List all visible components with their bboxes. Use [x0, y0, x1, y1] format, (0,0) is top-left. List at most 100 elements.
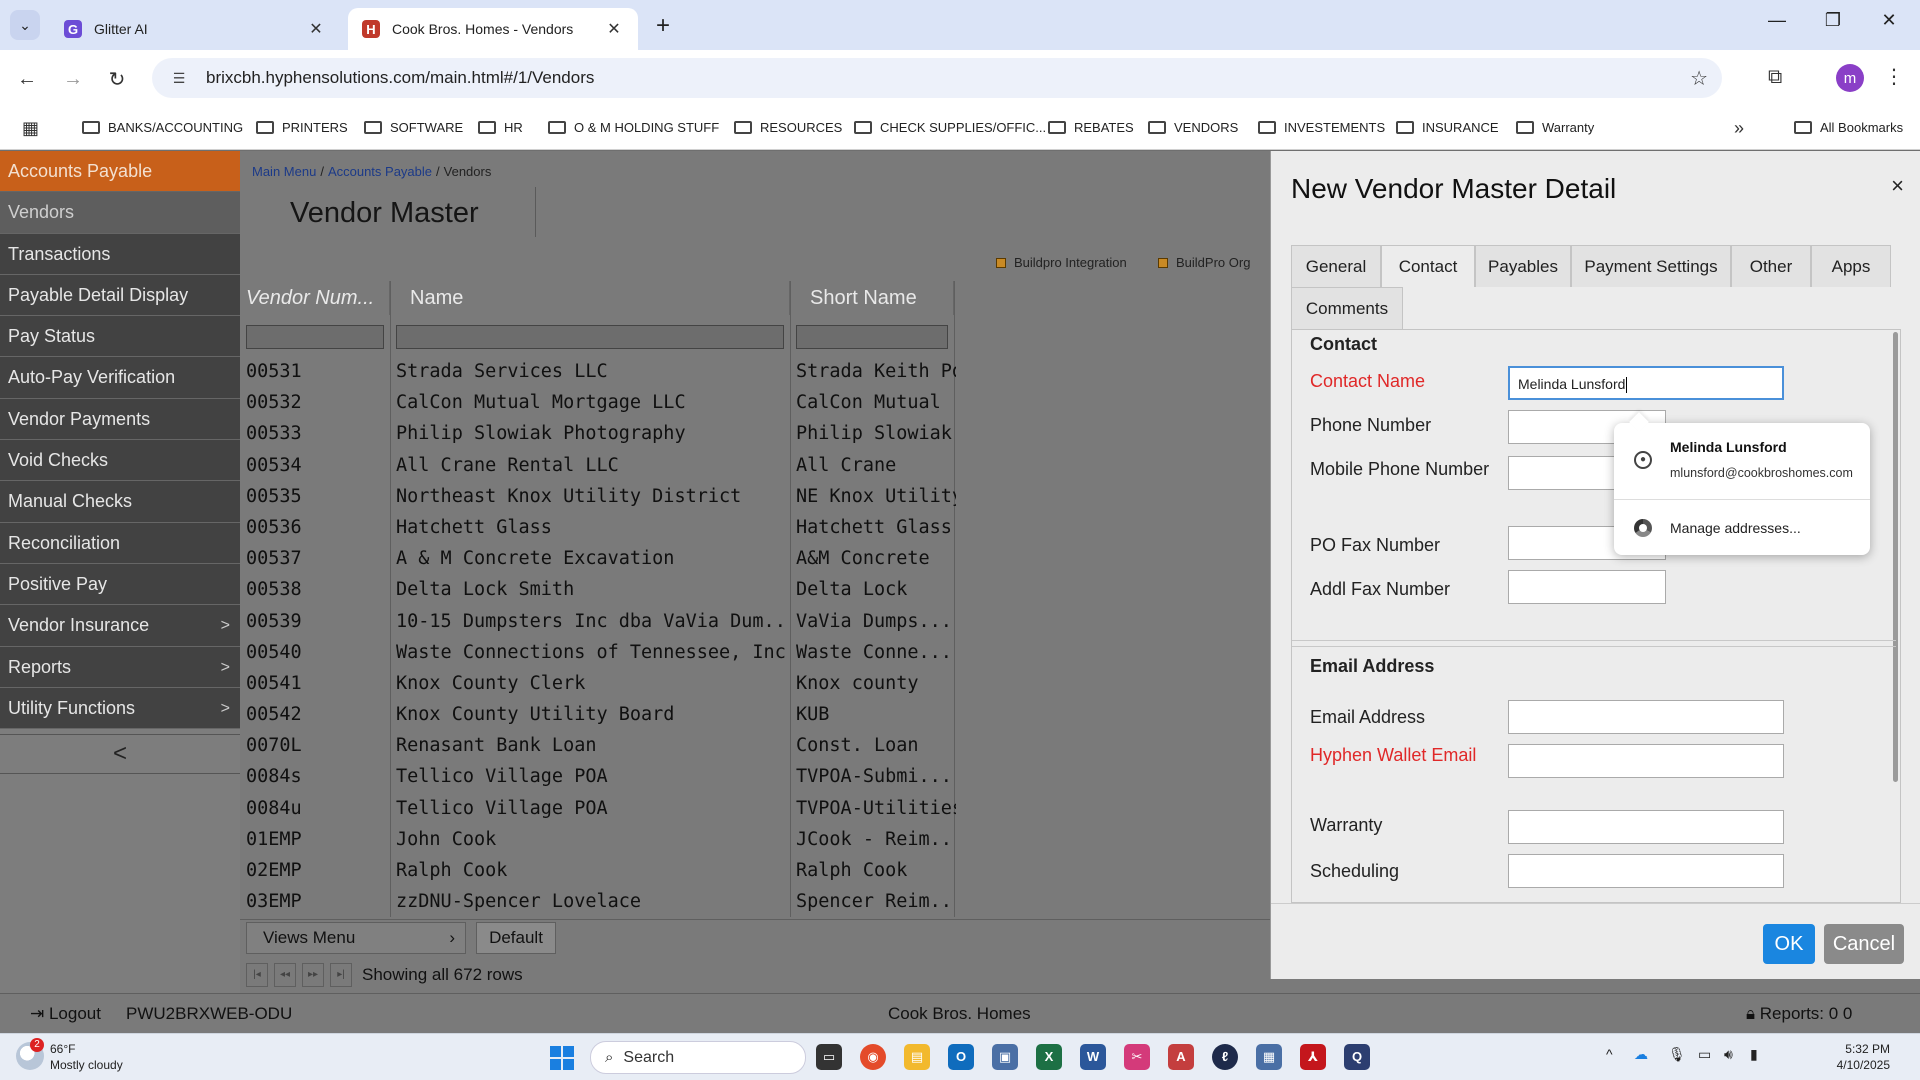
tab-comments[interactable]: Comments [1291, 287, 1403, 329]
restore-icon[interactable]: ❐ [1818, 10, 1848, 31]
bookmark-folder[interactable]: CHECK SUPPLIES/OFFIC... [854, 120, 1046, 135]
logout-button[interactable]: ⇥ Logout [30, 1004, 101, 1024]
bookmark-folder[interactable]: HR [478, 120, 523, 135]
bookmark-folder[interactable]: Warranty [1516, 120, 1594, 135]
table-row[interactable]: 00533 Philip Slowiak Photography Philip Sl… [240, 419, 1270, 450]
table-row[interactable]: 00535 Northeast Knox Utility District NE K… [240, 482, 1270, 513]
word-icon[interactable]: W [1080, 1044, 1106, 1070]
extensions-icon[interactable]: ⧉ [1768, 66, 1782, 89]
close-tab-icon[interactable]: ✕ [604, 19, 624, 39]
app-icon[interactable]: ▣ [992, 1044, 1018, 1070]
sidebar-item-positive-pay[interactable]: Positive Pay [0, 563, 240, 606]
app-icon[interactable]: ℓ [1212, 1044, 1238, 1070]
default-view-button[interactable]: Default [476, 922, 556, 954]
tab-other[interactable]: Other [1731, 245, 1811, 287]
table-row[interactable]: 02EMP Ralph Cook Ralph Cook [240, 856, 1270, 887]
bookmark-folder[interactable]: PRINTERS [256, 120, 348, 135]
close-icon[interactable]: × [1891, 173, 1904, 199]
outlook-icon[interactable]: O [948, 1044, 974, 1070]
snipping-tool-icon[interactable]: ✂ [1124, 1044, 1150, 1070]
file-explorer-icon[interactable]: ▤ [904, 1044, 930, 1070]
table-row[interactable]: 00541 Knox County Clerk Knox county [240, 669, 1270, 700]
vendor-number-filter-input[interactable] [246, 325, 384, 349]
table-row[interactable]: 00539 10-15 Dumpsters Inc dba VaVia Dum..… [240, 607, 1270, 638]
form-scrollbar[interactable] [1893, 332, 1898, 782]
task-view-icon[interactable]: ▭ [816, 1044, 842, 1070]
column-header-name[interactable]: Name [390, 281, 790, 315]
tab-search-button[interactable]: ⌄ [10, 10, 40, 40]
first-page-icon[interactable]: |◂ [246, 963, 268, 987]
table-row[interactable]: 0084u Tellico Village POA TVPOA-Utilities [240, 794, 1270, 825]
bookmark-folder[interactable]: RESOURCES [734, 120, 842, 135]
bookmark-star-icon[interactable]: ☆ [1690, 66, 1708, 91]
sidebar-item-vendor-payments[interactable]: Vendor Payments [0, 398, 240, 441]
tab-payables[interactable]: Payables [1475, 245, 1571, 287]
next-page-icon[interactable]: ▸▸ [302, 963, 324, 987]
reload-button[interactable]: ↻ [102, 64, 132, 94]
sidebar-item-pay-status[interactable]: Pay Status [0, 316, 240, 358]
clock-time[interactable]: 5:32 PM [1816, 1042, 1890, 1056]
short-name-filter-input[interactable] [796, 325, 948, 349]
tab-payment-settings[interactable]: Payment Settings [1571, 245, 1731, 287]
volume-icon[interactable]: 🔊︎ [1724, 1046, 1733, 1063]
last-page-icon[interactable]: ▸| [330, 963, 352, 987]
table-row[interactable]: 0084s Tellico Village POA TVPOA-Submi... [240, 762, 1270, 793]
views-menu-button[interactable]: Views Menu › [246, 922, 466, 954]
bookmark-folder[interactable]: BANKS/ACCOUNTING [82, 120, 243, 135]
clock-date[interactable]: 4/10/2025 [1816, 1058, 1890, 1072]
access-icon[interactable]: A [1168, 1044, 1194, 1070]
apps-grid-icon[interactable]: ▦ [22, 118, 39, 139]
profile-avatar[interactable]: m [1836, 64, 1864, 92]
battery-icon[interactable]: ▮ [1750, 1046, 1758, 1063]
bookmark-folder[interactable]: INSURANCE [1396, 120, 1499, 135]
new-tab-button[interactable]: + [650, 12, 676, 40]
hyphen-wallet-email-input[interactable] [1508, 744, 1784, 778]
cancel-button[interactable]: Cancel [1824, 924, 1904, 964]
bookmark-folder[interactable]: INVESTEMENTS [1258, 120, 1385, 135]
sidebar-item-utility-functions[interactable]: Utility Functions > [0, 687, 240, 730]
sidebar-item-vendor-insurance[interactable]: Vendor Insurance > [0, 605, 240, 647]
table-row[interactable]: 0070L Renasant Bank Loan Const. Loan [240, 731, 1270, 762]
tab-general[interactable]: General [1291, 245, 1381, 287]
email-address-input[interactable] [1508, 700, 1784, 734]
breadcrumb-accounts-payable[interactable]: Accounts Payable [328, 164, 432, 179]
scheduling-input[interactable] [1508, 854, 1784, 888]
column-header-short-name[interactable]: Short Name [790, 281, 954, 315]
table-row[interactable]: 00538 Delta Lock Smith Delta Lock [240, 575, 1270, 606]
table-row[interactable]: 00532 CalCon Mutual Mortgage LLC CalCon Mu… [240, 388, 1270, 419]
table-row[interactable]: 00540 Waste Connections of Tennessee, Inc… [240, 638, 1270, 669]
sidebar-header[interactable]: Accounts Payable [0, 151, 240, 193]
chrome-icon[interactable]: ◉ [860, 1044, 886, 1070]
close-tab-icon[interactable]: ✕ [306, 19, 326, 39]
breadcrumb-main-menu[interactable]: Main Menu [252, 164, 316, 179]
forward-button[interactable]: → [58, 64, 88, 94]
bookmark-folder[interactable]: SOFTWARE [364, 120, 463, 135]
column-header-vendor-number[interactable]: Vendor Num... [240, 281, 390, 315]
table-row[interactable]: 00536 Hatchett Glass Hatchett Glass [240, 513, 1270, 544]
table-row[interactable]: 00542 Knox County Utility Board KUB [240, 700, 1270, 731]
sidebar-item-manual-checks[interactable]: Manual Checks [0, 481, 240, 523]
more-bookmarks-icon[interactable]: » [1734, 118, 1744, 139]
bookmark-folder[interactable]: VENDORS [1148, 120, 1238, 135]
sidebar-item-transactions[interactable]: Transactions [0, 233, 240, 275]
windows-start-icon[interactable] [550, 1046, 574, 1070]
sidebar-item-reconciliation[interactable]: Reconciliation [0, 522, 240, 564]
table-row[interactable]: 00537 A & M Concrete Excavation A&M Concre… [240, 544, 1270, 575]
tab-contact[interactable]: Contact [1381, 245, 1475, 287]
microphone-icon[interactable]: 🎙︎ [1668, 1046, 1686, 1063]
contact-name-input[interactable]: Melinda Lunsford [1508, 366, 1784, 400]
address-bar[interactable]: ☰ brixcbh.hyphensolutions.com/main.html#… [152, 58, 1722, 98]
taskbar-search[interactable]: ⌕ Search [590, 1041, 806, 1074]
sidebar-item-auto-pay-verification[interactable]: Auto-Pay Verification [0, 357, 240, 399]
table-row[interactable]: 00531 Strada Services LLC Strada Keith Po [240, 357, 1270, 388]
browser-tab-vendors[interactable]: H Cook Bros. Homes - Vendors ✕ [348, 8, 638, 50]
addl-fax-input[interactable] [1508, 570, 1666, 604]
table-row[interactable]: 03EMP zzDNU-Spencer Lovelace Spencer Reim.… [240, 887, 1270, 918]
name-filter-input[interactable] [396, 325, 784, 349]
all-bookmarks[interactable]: All Bookmarks [1794, 120, 1903, 135]
display-icon[interactable]: ▭ [1698, 1046, 1711, 1063]
browser-tab-glitter[interactable]: G Glitter AI ✕ [50, 8, 340, 50]
sidebar-item-void-checks[interactable]: Void Checks [0, 440, 240, 482]
tab-apps[interactable]: Apps [1811, 245, 1891, 287]
ok-button[interactable]: OK [1763, 924, 1815, 964]
